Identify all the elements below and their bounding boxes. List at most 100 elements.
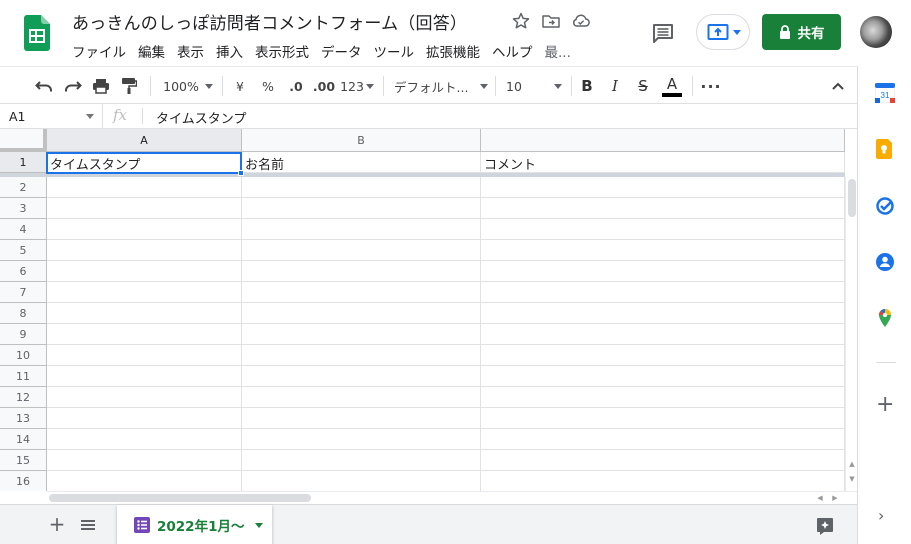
column-header[interactable]: [481, 129, 845, 152]
avatar[interactable]: [860, 16, 892, 48]
menu-last-edit[interactable]: 最...: [539, 37, 577, 63]
calendar-icon[interactable]: 31: [875, 83, 895, 103]
font-family-select[interactable]: デフォルト...: [394, 67, 488, 105]
grid-cell[interactable]: [242, 387, 481, 408]
menu-file[interactable]: ファイル: [66, 37, 132, 63]
row-header[interactable]: 8: [0, 303, 47, 324]
frozen-row-divider[interactable]: [0, 173, 845, 177]
grid-cell[interactable]: [481, 261, 845, 282]
collapse-menus-icon[interactable]: [828, 67, 848, 105]
vertical-scroll-thumb[interactable]: [848, 179, 856, 217]
text-color-icon[interactable]: A: [660, 67, 684, 105]
grid-cell[interactable]: [242, 324, 481, 345]
percent-format-button[interactable]: %: [258, 67, 278, 105]
row-header[interactable]: 7: [0, 282, 47, 303]
row-header[interactable]: 9: [0, 324, 47, 345]
grid-cell[interactable]: [242, 303, 481, 324]
row-header[interactable]: 16: [0, 471, 47, 491]
grid-cell[interactable]: [242, 471, 481, 491]
menu-help[interactable]: ヘルプ: [486, 37, 539, 63]
menu-data[interactable]: データ: [315, 37, 368, 63]
grid-cell[interactable]: [242, 345, 481, 366]
menu-insert[interactable]: 挿入: [210, 37, 249, 63]
redo-icon[interactable]: [61, 67, 85, 105]
maps-icon[interactable]: [875, 308, 895, 328]
chevron-down-icon[interactable]: [255, 522, 264, 528]
row-header[interactable]: 3: [0, 198, 47, 219]
vertical-scrollbar[interactable]: ▲ ▼: [845, 177, 857, 491]
row-header[interactable]: 11: [0, 366, 47, 387]
grid-cell[interactable]: [481, 471, 845, 491]
grid-cell[interactable]: [481, 324, 845, 345]
currency-format-button[interactable]: ¥: [230, 67, 250, 105]
grid-cell[interactable]: [242, 240, 481, 261]
move-folder-icon[interactable]: [541, 11, 561, 31]
grid-cell[interactable]: [481, 450, 845, 471]
grid-cell[interactable]: [47, 345, 242, 366]
row-header[interactable]: 4: [0, 219, 47, 240]
font-size-select[interactable]: 10: [506, 67, 562, 105]
grid-cell[interactable]: [481, 345, 845, 366]
grid-cell[interactable]: [242, 450, 481, 471]
grid-cell[interactable]: [47, 261, 242, 282]
row-header[interactable]: 10: [0, 345, 47, 366]
cloud-saved-icon[interactable]: [571, 11, 591, 31]
grid-cell[interactable]: [481, 387, 845, 408]
sheet-tab[interactable]: 2022年1月〜: [117, 505, 272, 544]
menu-edit[interactable]: 編集: [132, 37, 171, 63]
grid-cell[interactable]: [242, 177, 481, 198]
share-button[interactable]: 共有: [762, 14, 841, 50]
row-header[interactable]: 14: [0, 429, 47, 450]
grid-cell[interactable]: [47, 429, 242, 450]
italic-icon[interactable]: I: [606, 67, 624, 105]
formula-input[interactable]: タイムスタンプ: [156, 108, 246, 127]
grid-cell[interactable]: [47, 324, 242, 345]
grid-cell[interactable]: [481, 429, 845, 450]
grid-cell[interactable]: [242, 366, 481, 387]
print-icon[interactable]: [89, 67, 113, 105]
expand-panel-icon[interactable]: ›: [878, 506, 884, 525]
spreadsheet-grid[interactable]: AB 1 2 3 4 5 6 7 8 9 10 11 12 13 14 15 16 タイムスタンプ お名前 コメン…: [0, 129, 857, 491]
scroll-up-icon[interactable]: ▲: [846, 458, 857, 470]
sheets-logo-icon[interactable]: [24, 15, 50, 51]
grid-cell[interactable]: [481, 240, 845, 261]
row-header[interactable]: 13: [0, 408, 47, 429]
undo-icon[interactable]: [32, 67, 56, 105]
scroll-down-icon[interactable]: ▼: [846, 473, 857, 485]
row-header[interactable]: 1: [0, 152, 47, 173]
keep-icon[interactable]: [875, 139, 895, 159]
grid-cell[interactable]: [47, 387, 242, 408]
menu-extensions[interactable]: 拡張機能: [420, 37, 486, 63]
tasks-icon[interactable]: [875, 196, 895, 216]
name-box[interactable]: A1: [0, 104, 103, 128]
paint-format-icon[interactable]: [117, 67, 141, 105]
grid-cell[interactable]: [47, 282, 242, 303]
present-button[interactable]: [696, 14, 750, 50]
grid-cell[interactable]: [242, 408, 481, 429]
menu-tools[interactable]: ツール: [368, 37, 421, 63]
grid-cell[interactable]: [47, 450, 242, 471]
grid-cell[interactable]: [481, 366, 845, 387]
row-header[interactable]: 6: [0, 261, 47, 282]
grid-cell[interactable]: [47, 471, 242, 491]
grid-cell[interactable]: [481, 198, 845, 219]
grid-cell[interactable]: [47, 219, 242, 240]
contacts-icon[interactable]: [875, 252, 895, 272]
grid-cell[interactable]: [242, 198, 481, 219]
grid-cell[interactable]: [47, 366, 242, 387]
column-header-b[interactable]: B: [242, 129, 481, 152]
all-sheets-menu-icon[interactable]: [78, 514, 98, 536]
row-header[interactable]: 15: [0, 450, 47, 471]
column-header-a[interactable]: A: [47, 129, 242, 152]
grid-cell[interactable]: [47, 408, 242, 429]
grid-cell[interactable]: [242, 429, 481, 450]
zoom-select[interactable]: 100%: [160, 67, 216, 105]
grid-cell[interactable]: [481, 282, 845, 303]
horizontal-scrollbar[interactable]: ◀ ▶: [47, 491, 857, 504]
timestamp-header-cell[interactable]: タイムスタンプ: [47, 152, 242, 173]
name-header-cell[interactable]: お名前: [242, 152, 481, 173]
grid-cell[interactable]: [481, 303, 845, 324]
document-title[interactable]: あっきんのしっぽ訪問者コメントフォーム（回答）: [72, 9, 467, 34]
select-all-corner[interactable]: [0, 129, 47, 152]
decrease-decimal-button[interactable]: .0: [284, 67, 308, 105]
